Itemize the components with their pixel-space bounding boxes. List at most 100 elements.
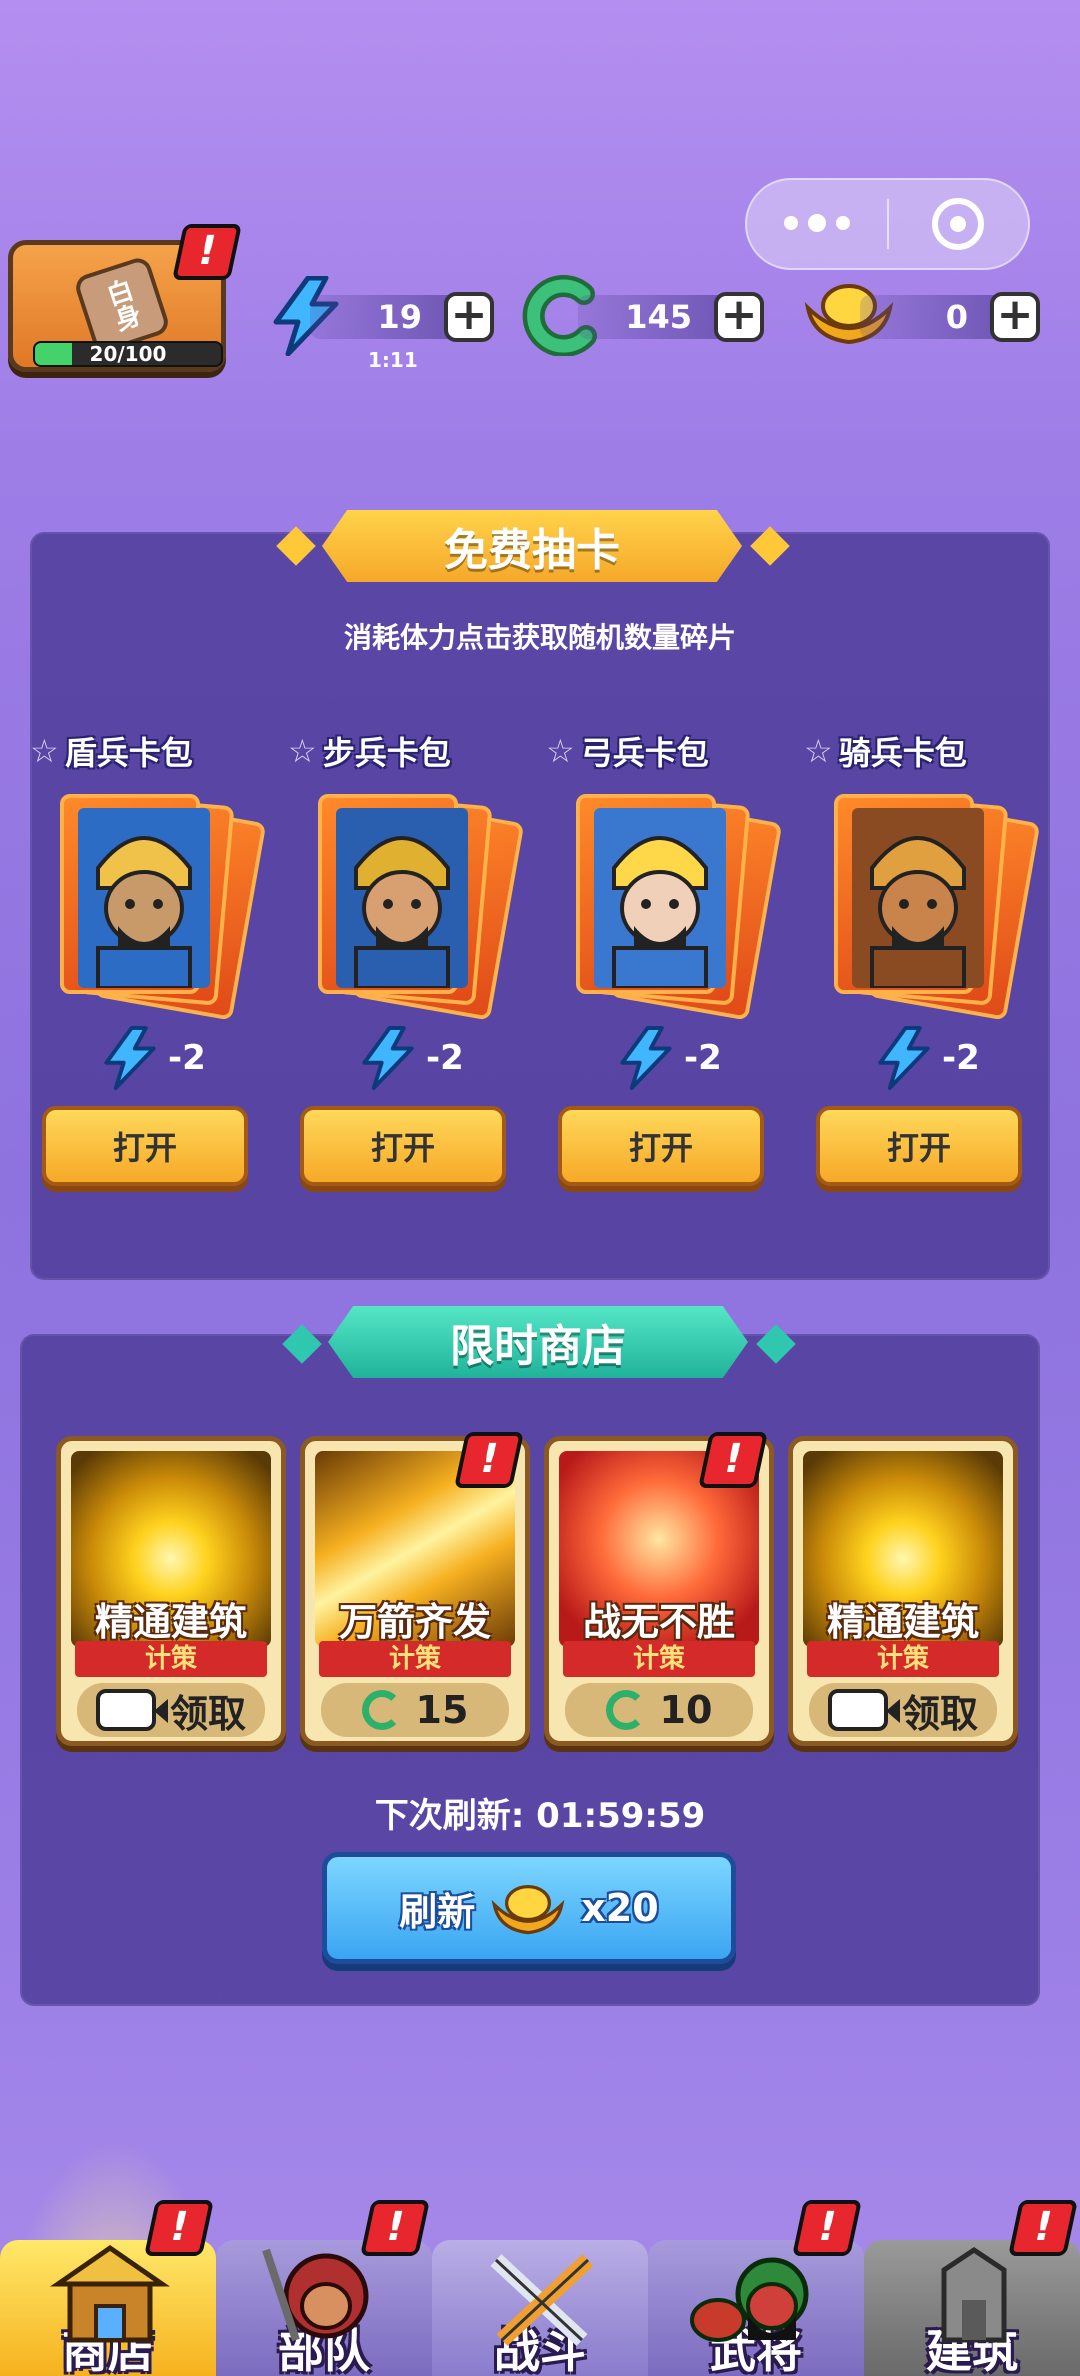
more-menu-icon[interactable]	[747, 214, 887, 232]
xp-text: 20/100	[89, 342, 167, 366]
add-jade-button[interactable]: +	[714, 292, 764, 342]
star-icon: ☆	[30, 732, 59, 770]
item-name: 战无不胜	[582, 1600, 735, 1644]
pack-title: ☆ 步兵卡包	[288, 728, 451, 774]
card-stack[interactable]	[308, 788, 525, 1021]
pack-title: ☆ 盾兵卡包	[30, 728, 193, 774]
shop-item[interactable]: 精通建筑 计策 领取	[56, 1436, 286, 1746]
free-draw-title: 免费抽卡	[322, 510, 742, 582]
buildings-tab-icon	[941, 2246, 1007, 2343]
card-stack[interactable]	[566, 788, 783, 1021]
item-type-ribbon: 计策	[807, 1641, 999, 1677]
item-price: 领取	[901, 1691, 978, 1736]
tab-troops[interactable]: 部队	[216, 2240, 432, 2376]
open-pack-button[interactable]: 打开	[42, 1106, 248, 1186]
pack-name: 步兵卡包	[322, 734, 451, 772]
bottom-nav: 商店! 部队! 战斗 武将! 建筑!	[0, 2140, 1080, 2376]
open-pack-button[interactable]: 打开	[816, 1106, 1022, 1186]
item-type-ribbon: 计策	[319, 1641, 511, 1677]
pack-title: ☆ 骑兵卡包	[804, 728, 967, 774]
energy-value: 19	[377, 298, 422, 336]
open-pack-button[interactable]: 打开	[558, 1106, 764, 1186]
card-stack[interactable]	[50, 788, 267, 1021]
item-price: 10	[659, 1688, 713, 1732]
energy-icon	[362, 1026, 414, 1090]
free-draw-subtitle: 消耗体力点击获取随机数量碎片	[343, 621, 736, 654]
refresh-cost: x20	[581, 1886, 659, 1930]
shop-tab-icon	[49, 2244, 171, 2343]
card-front	[576, 794, 726, 994]
energy-counter: 19 +	[310, 292, 494, 342]
close-miniprogram-icon[interactable]	[889, 198, 1029, 250]
item-price-button[interactable]: 15	[321, 1683, 509, 1737]
energy-icon	[620, 1026, 672, 1090]
card-front	[834, 794, 984, 994]
hero-portrait-icon	[852, 808, 984, 988]
pack-cost: -2	[358, 1026, 464, 1090]
jade-counter: 145 +	[578, 292, 764, 342]
video-ad-icon	[827, 1689, 900, 1731]
video-ad-icon	[95, 1689, 168, 1731]
xp-bar: 20/100	[33, 341, 223, 367]
hero-portrait-icon	[78, 808, 210, 988]
pack-cost-value: -2	[684, 1038, 722, 1078]
card-front	[318, 794, 468, 994]
pack-cost: -2	[616, 1026, 722, 1090]
pack-name: 骑兵卡包	[838, 734, 967, 772]
tab-shop[interactable]: 商店	[0, 2240, 216, 2376]
refresh-button[interactable]: 刷新 x20	[322, 1852, 736, 1964]
item-name: 精通建筑	[94, 1600, 247, 1644]
jade-icon	[605, 1690, 646, 1730]
energy-timer: 1:11	[368, 348, 418, 372]
infantry-pack: ☆ 步兵卡包 -2 打开	[288, 728, 538, 1208]
archer-pack: ☆ 弓兵卡包 -2 打开	[546, 728, 796, 1208]
star-icon: ☆	[546, 732, 575, 770]
item-name: 精通建筑	[826, 1600, 979, 1644]
item-type-ribbon: 计策	[563, 1641, 755, 1677]
pack-cost: -2	[874, 1026, 980, 1090]
pack-cost-value: -2	[426, 1038, 464, 1078]
next-refresh-label: 下次刷新:	[374, 1796, 525, 1836]
tab-alert-badge: !	[360, 2200, 430, 2256]
next-refresh: 下次刷新: 01:59:59	[330, 1788, 750, 1837]
open-pack-button[interactable]: 打开	[300, 1106, 506, 1186]
troops-tab-icon	[262, 2248, 369, 2342]
tab-alert-badge: !	[792, 2200, 862, 2256]
gold-counter: 0 +	[860, 292, 1040, 342]
card-front	[60, 794, 210, 994]
gold-ingot-icon	[491, 1884, 565, 1935]
card-stack[interactable]	[824, 788, 1041, 1021]
add-gold-button[interactable]: +	[990, 292, 1040, 342]
pack-name: 盾兵卡包	[64, 734, 193, 772]
energy-icon	[878, 1026, 930, 1090]
tab-buildings[interactable]: 建筑	[864, 2240, 1080, 2376]
item-alert-badge: !	[698, 1432, 768, 1488]
item-type-ribbon: 计策	[75, 1641, 267, 1677]
shop-item[interactable]: 精通建筑 计策领取	[788, 1436, 1018, 1746]
add-energy-button[interactable]: +	[444, 292, 494, 342]
star-icon: ☆	[804, 732, 833, 770]
tab-battle[interactable]: 战斗	[432, 2240, 648, 2376]
item-price-button[interactable]: 领取	[77, 1683, 265, 1737]
energy-icon	[104, 1026, 156, 1090]
item-alert-badge: !	[454, 1432, 524, 1488]
limited-shop-title: 限时商店	[328, 1306, 748, 1378]
miniprogram-capsule	[745, 178, 1030, 270]
jade-icon	[361, 1690, 402, 1730]
jade-value: 145	[625, 298, 692, 336]
hero-portrait-icon	[336, 808, 468, 988]
item-price-button[interactable]: 领取	[809, 1683, 997, 1737]
tab-generals[interactable]: 武将	[648, 2240, 864, 2376]
refresh-label: 刷新	[399, 1889, 476, 1934]
item-price-button[interactable]: 10	[565, 1683, 753, 1737]
avatar-alert-badge: !	[172, 224, 242, 280]
pack-cost-value: -2	[168, 1038, 206, 1078]
item-name: 万箭齐发	[338, 1600, 491, 1644]
battle-tab-icon	[490, 2254, 594, 2346]
next-refresh-time: 01:59:59	[536, 1796, 706, 1836]
generals-tab-icon	[690, 2257, 809, 2342]
pack-name: 弓兵卡包	[580, 734, 709, 772]
pack-cost-value: -2	[942, 1038, 980, 1078]
pack-title: ☆ 弓兵卡包	[546, 728, 709, 774]
pack-cost: -2	[100, 1026, 206, 1090]
